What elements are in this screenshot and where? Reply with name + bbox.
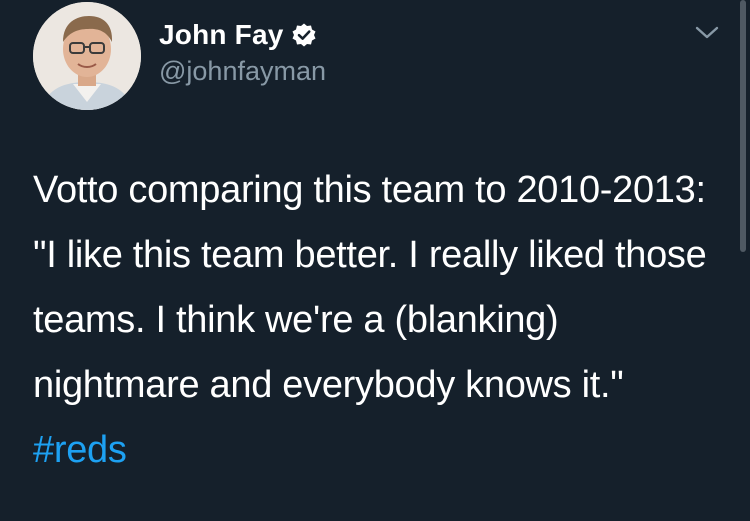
scrollbar[interactable] bbox=[740, 0, 746, 252]
verified-badge-icon bbox=[291, 22, 317, 48]
author-name-row[interactable]: John Fay bbox=[159, 18, 317, 52]
chevron-down-icon[interactable] bbox=[694, 22, 720, 42]
tweet-card: John Fay @johnfayman Votto comparing thi… bbox=[0, 0, 750, 521]
author-handle[interactable]: @johnfayman bbox=[159, 56, 326, 87]
hashtag-link[interactable]: #reds bbox=[33, 429, 127, 471]
author-display-name[interactable]: John Fay bbox=[159, 19, 284, 51]
tweet-body: Votto comparing this team to 2010-2013: … bbox=[33, 169, 707, 406]
avatar[interactable] bbox=[33, 2, 141, 110]
tweet-text: Votto comparing this team to 2010-2013: … bbox=[33, 158, 723, 483]
profile-photo-icon bbox=[33, 2, 141, 110]
